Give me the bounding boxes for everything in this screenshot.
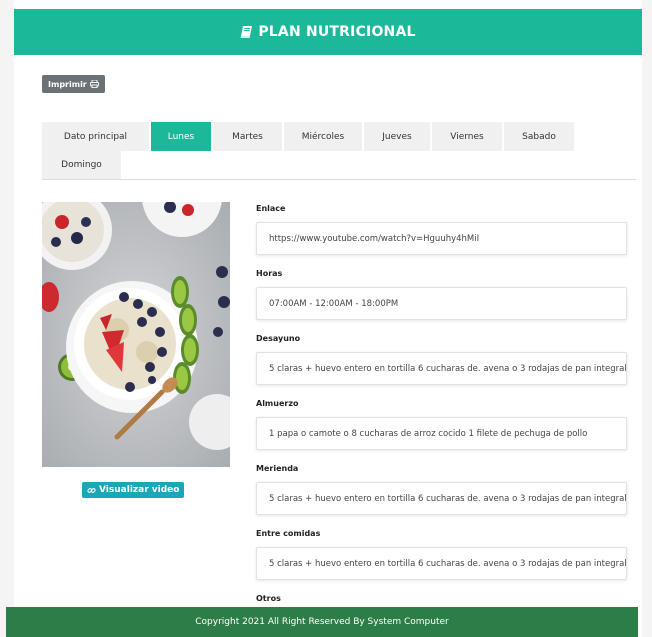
tab-martes[interactable]: Martes (213, 122, 282, 151)
view-video-button[interactable]: Visualizar video (82, 482, 185, 498)
field-label-entre-comidas: Entre comidas (256, 529, 321, 538)
field-label-enlace: Enlace (256, 204, 286, 213)
page-title: PLAN NUTRICIONAL (258, 24, 416, 40)
field-enlace[interactable]: https://www.youtube.com/watch?v=Hguuhy4h… (256, 222, 627, 255)
field-almuerzo[interactable]: 1 papa o camote o 8 cucharas de arroz co… (256, 417, 627, 450)
right-margin (642, 0, 652, 637)
page-header: PLAN NUTRICIONAL (14, 9, 642, 55)
meal-photo (42, 202, 230, 467)
page: PLAN NUTRICIONAL Imprimir Dato principal… (0, 0, 652, 637)
field-label-horas: Horas (256, 269, 283, 278)
printer-icon (89, 80, 99, 88)
tabs-divider (42, 179, 636, 180)
field-entre-comidas[interactable]: 5 claras + huevo entero en tortilla 6 cu… (256, 547, 627, 580)
view-video-label: Visualizar video (99, 485, 180, 495)
print-button[interactable]: Imprimir (42, 75, 105, 93)
day-tabs: Dato principal Lunes Martes Miércoles Ju… (42, 122, 636, 179)
tab-jueves[interactable]: Jueves (364, 122, 430, 151)
tab-lunes[interactable]: Lunes (151, 122, 211, 151)
field-merienda[interactable]: 5 claras + huevo entero en tortilla 6 cu… (256, 482, 627, 515)
link-icon (87, 486, 96, 495)
copyright-text: Copyright 2021 All Right Reserved By Sys… (195, 617, 449, 627)
page-footer: Copyright 2021 All Right Reserved By Sys… (6, 607, 638, 637)
left-margin (0, 0, 14, 637)
tab-sabado[interactable]: Sabado (504, 122, 574, 151)
tab-domingo[interactable]: Domingo (42, 151, 121, 179)
field-horas[interactable]: 07:00AM - 12:00AM - 18:00PM (256, 287, 627, 320)
field-label-otros: Otros (256, 594, 281, 603)
tab-viernes[interactable]: Viernes (432, 122, 502, 151)
field-label-desayuno: Desayuno (256, 334, 301, 343)
field-desayuno[interactable]: 5 claras + huevo entero en tortilla 6 cu… (256, 352, 627, 385)
meal-plan-fields: Enlace https://www.youtube.com/watch?v=H… (256, 203, 627, 637)
print-button-label: Imprimir (48, 79, 87, 89)
field-label-almuerzo: Almuerzo (256, 399, 299, 408)
tab-dato-principal[interactable]: Dato principal (42, 122, 149, 151)
book-icon (240, 26, 253, 38)
field-label-merienda: Merienda (256, 464, 299, 473)
tab-miercoles[interactable]: Miércoles (284, 122, 362, 151)
